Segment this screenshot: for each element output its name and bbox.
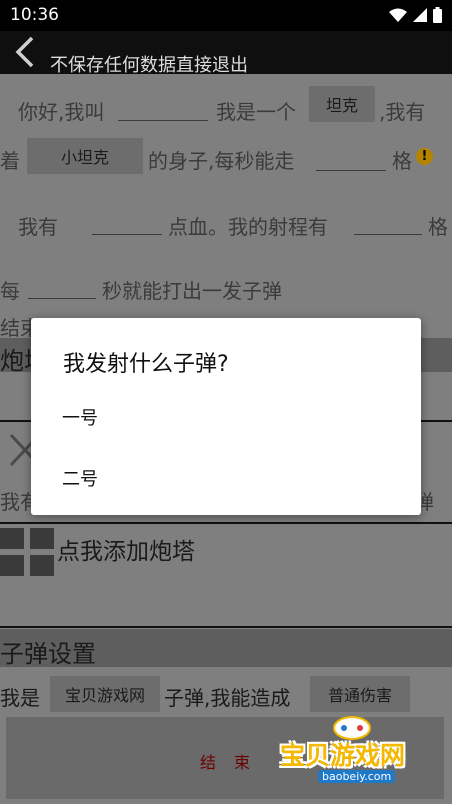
speed-input[interactable] [316,170,386,171]
intro-prefix: 你好,我叫 [18,100,105,124]
status-icons [389,7,442,23]
damage-type-select[interactable]: 普通伤害 [310,676,410,712]
tank-body-select[interactable]: 小坦克 [27,138,143,174]
bullet-section-title: 子弹设置 [0,640,96,668]
speed-prefix: 的身子,每秒能走 [148,149,295,173]
status-bar: 10:36 [0,0,452,31]
end-button-label: 结束 [200,753,269,772]
type-prefix: 我是一个 [216,100,296,124]
status-time: 10:36 [10,5,59,25]
add-turret-label: 点我添加炮塔 [57,539,195,565]
hp-input[interactable] [92,234,162,235]
watermark-url: baobeiy.com [318,770,396,783]
dialog-option-2[interactable]: 二号 [62,465,98,491]
bullet-section-header: 子弹设置 [0,629,452,668]
watermark-text: 宝贝游戏网 [280,741,406,770]
divider [0,626,452,628]
bullet-name-select[interactable]: 宝贝游戏网 [50,676,160,712]
grid-add-icon [0,528,54,576]
range-unit: 格 [428,215,448,239]
range-prefix: 点血。我的射程有 [168,215,328,239]
bullet-prefix: 我是 [0,686,40,710]
hp-prefix: 我有 [18,215,58,239]
arrow-left-icon[interactable] [10,35,38,69]
speed-unit: 格 [392,149,412,173]
exit-without-saving-label[interactable]: 不保存任何数据直接退出 [50,51,248,77]
add-turret-button[interactable]: 点我添加炮塔 [0,524,452,576]
tank-type-select[interactable]: 坦克 [309,86,375,122]
fire-rate-suffix: 秒就能打出一发子弹 [102,279,282,303]
dialog-option-1[interactable]: 一号 [62,404,98,430]
watermark-logo: 宝贝游戏网 baobeiy.com [278,712,426,792]
signal-icon [413,8,427,22]
bullet-choice-dialog: 我发射什么子弹? 一号 二号 [31,318,421,515]
warning-icon[interactable]: ! [416,148,433,165]
fire-rate-prefix: 每 [0,279,20,303]
top-toolbar: 不保存任何数据直接退出 [0,31,452,77]
dialog-title: 我发射什么子弹? [63,352,229,377]
name-input[interactable] [118,120,208,121]
wifi-icon [389,8,407,22]
have-suffix: ,我有 [379,100,426,124]
range-input[interactable] [354,234,422,235]
fire-rate-input[interactable] [28,298,96,299]
battery-icon [433,7,442,23]
bullet-mid: 子弹,我能造成 [164,686,291,710]
body-prefix: 着 [0,149,20,173]
